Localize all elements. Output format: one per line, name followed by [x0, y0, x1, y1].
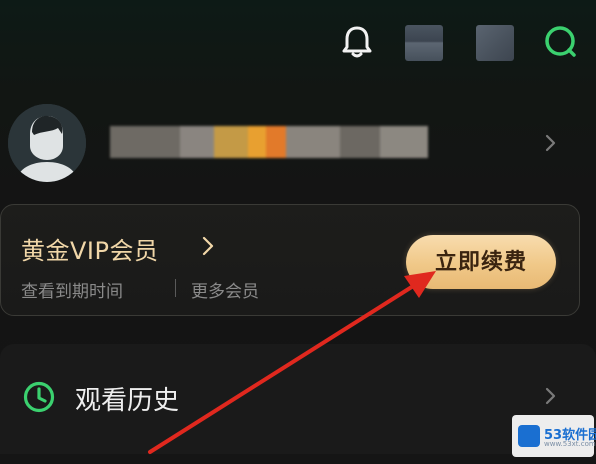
pixelated-icon[interactable] — [405, 25, 443, 61]
vip-card[interactable]: 黄金VIP会员 查看到期时间 更多会员 立即续费 — [0, 204, 580, 316]
top-bar — [0, 0, 596, 90]
profile-row[interactable] — [0, 100, 596, 190]
brand-logo-icon — [518, 425, 540, 447]
chevron-right-icon — [545, 387, 556, 405]
chevron-right-icon — [545, 134, 556, 152]
divider — [175, 279, 176, 297]
search-icon[interactable] — [541, 22, 581, 62]
avatar[interactable] — [8, 104, 86, 182]
vip-title[interactable]: 黄金VIP会员 — [21, 231, 158, 266]
watermark: 53软件园 www.53xt.com — [512, 415, 596, 457]
chevron-right-icon — [202, 236, 214, 256]
check-expiry-link[interactable]: 查看到期时间 — [21, 277, 123, 302]
bell-icon[interactable] — [337, 22, 377, 62]
history-label: 观看历史 — [75, 386, 180, 416]
menu-item-history[interactable]: 观看历史 — [0, 344, 596, 454]
blurred-username — [110, 126, 428, 158]
pixelated-icon[interactable] — [476, 25, 514, 61]
more-membership-link[interactable]: 更多会员 — [191, 277, 259, 302]
avatar-silhouette-icon — [8, 104, 86, 182]
watermark-url: www.53xt.com — [544, 440, 596, 448]
renew-button[interactable]: 立即续费 — [406, 235, 556, 289]
clock-icon — [23, 381, 55, 413]
